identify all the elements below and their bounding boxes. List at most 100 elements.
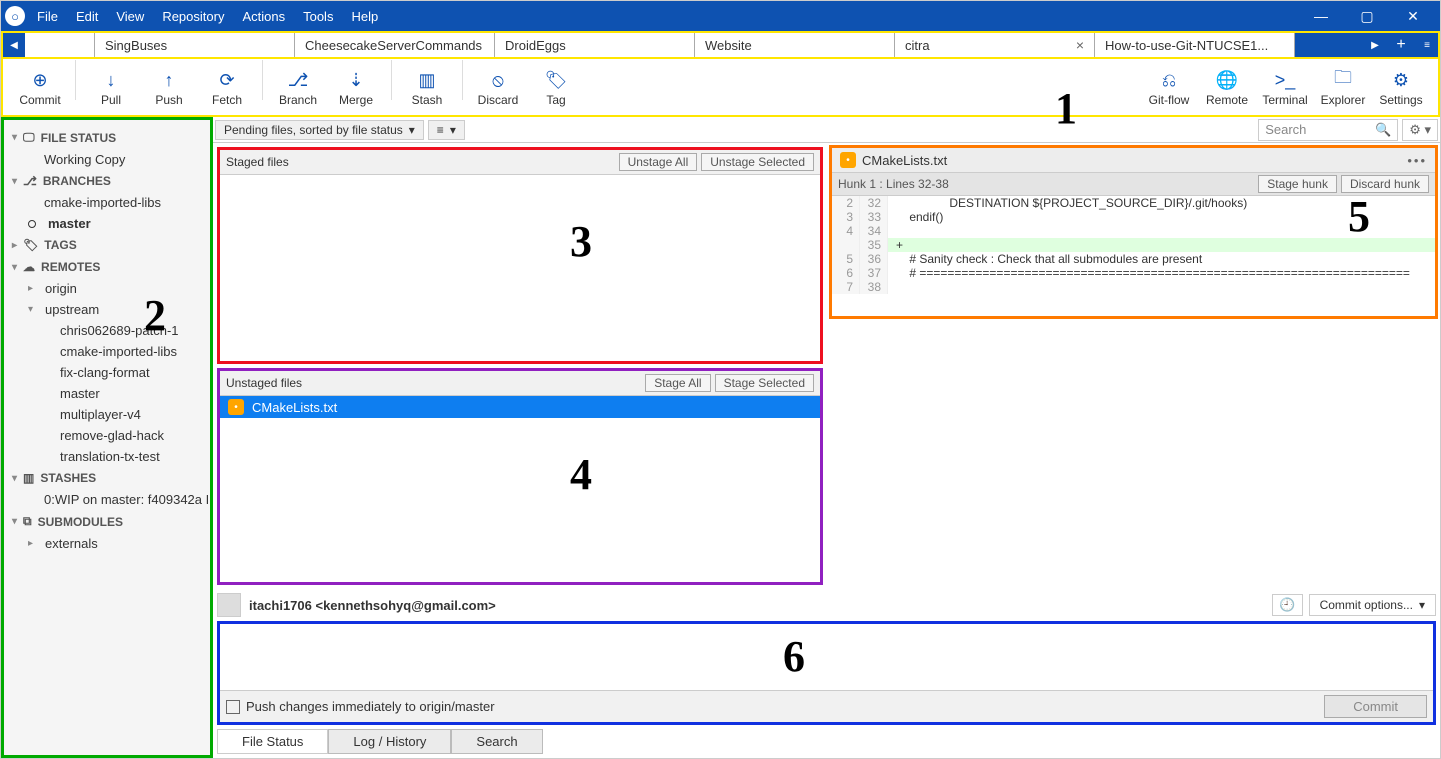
settings-button[interactable]: ⚙Settings [1372, 60, 1430, 114]
branch-icon: ⎇ [288, 67, 309, 93]
sidebar-remote-branch[interactable]: chris062689-patch-1 [6, 320, 208, 341]
bottom-tab-log-history[interactable]: Log / History [328, 729, 451, 754]
terminal-button[interactable]: >_Terminal [1256, 60, 1314, 114]
sidebar-remote-branch[interactable]: cmake-imported-libs [6, 341, 208, 362]
sidebar-remotes-header[interactable]: ▾☁REMOTES [6, 256, 208, 278]
sidebar-submodules-header[interactable]: ▾⧉SUBMODULES [6, 510, 208, 533]
diff-content[interactable]: 232 DESTINATION ${PROJECT_SOURCE_DIR}/.g… [832, 196, 1435, 316]
repo-tab[interactable]: CheesecakeServerCommands [295, 33, 495, 57]
desktop-icon: 🖵 [23, 130, 35, 145]
tab-scroll-right[interactable]: ▶ [1364, 33, 1386, 57]
window-maximize[interactable]: ▢ [1344, 1, 1390, 31]
commit-button[interactable]: Commit [1324, 695, 1427, 718]
sidebar-branches-header[interactable]: ▾⎇BRANCHES [6, 170, 208, 192]
discard-button[interactable]: ⦸Discard [469, 60, 527, 114]
push-immediately-label: Push changes immediately to origin/maste… [246, 699, 495, 714]
chevron-down-icon: ▾ [1419, 598, 1425, 612]
sidebar-file-status-header[interactable]: ▾🖵FILE STATUS [6, 126, 208, 149]
sidebar-remote-branch[interactable]: fix-clang-format [6, 362, 208, 383]
commit-history-button[interactable]: 🕘 [1272, 594, 1302, 616]
gear-icon: ⚙ [1409, 122, 1421, 137]
commit-box: Push changes immediately to origin/maste… [217, 621, 1436, 725]
sidebar-branch-current[interactable]: master [6, 213, 208, 234]
commit-options-dropdown[interactable]: Commit options...▾ [1309, 594, 1436, 616]
close-icon[interactable]: × [1076, 37, 1084, 53]
stage-selected-button[interactable]: Stage Selected [715, 374, 814, 392]
explorer-icon: 🗀 [1334, 67, 1352, 93]
settings-button[interactable]: ⚙ ▾ [1402, 119, 1438, 141]
sidebar-remote-origin[interactable]: ▸origin [6, 278, 208, 299]
menu-view[interactable]: View [116, 9, 144, 24]
search-input[interactable]: Search🔍 [1258, 119, 1398, 141]
commit-button[interactable]: ⊕Commit [11, 60, 69, 114]
diff-filename: CMakeLists.txt [862, 153, 947, 168]
chevron-down-icon: ▾ [409, 123, 415, 137]
merge-button[interactable]: ⇣Merge [327, 60, 385, 114]
push-button[interactable]: ↑Push [140, 60, 198, 114]
menu-actions[interactable]: Actions [242, 9, 285, 24]
sidebar-branch-item[interactable]: cmake-imported-libs [6, 192, 208, 213]
sidebar-working-copy[interactable]: Working Copy [6, 149, 208, 170]
repo-tab[interactable]: Website [695, 33, 895, 57]
stash-button[interactable]: ▥Stash [398, 60, 456, 114]
repo-tab[interactable]: SingBuses [95, 33, 295, 57]
discard-hunk-button[interactable]: Discard hunk [1341, 175, 1429, 193]
bottom-tab-search[interactable]: Search [451, 729, 542, 754]
unstage-selected-button[interactable]: Unstage Selected [701, 153, 814, 171]
tag-icon: 🏷 [545, 67, 568, 93]
remote-button[interactable]: 🌐Remote [1198, 60, 1256, 114]
branch-icon: ⎇ [23, 174, 37, 188]
sidebar-remote-branch[interactable]: multiplayer-v4 [6, 404, 208, 425]
staged-files-box: Staged files Unstage All Unstage Selecte… [217, 147, 823, 364]
stash-icon: ▥ [23, 471, 34, 485]
tab-menu[interactable]: ≡ [1416, 33, 1438, 57]
repo-tab[interactable]: citra× [895, 33, 1095, 57]
repo-tab[interactable]: DroidEggs [495, 33, 695, 57]
menu-repository[interactable]: Repository [162, 9, 224, 24]
sidebar-stash-item[interactable]: 0:WIP on master: f409342a I [6, 489, 208, 510]
sidebar-stashes-header[interactable]: ▾▥STASHES [6, 467, 208, 489]
push-immediately-checkbox[interactable] [226, 700, 240, 714]
stage-all-button[interactable]: Stage All [645, 374, 710, 392]
sidebar-submodule-item[interactable]: ▸externals [6, 533, 208, 554]
tag-button[interactable]: 🏷Tag [527, 60, 585, 114]
diff-menu-button[interactable]: ••• [1407, 153, 1427, 168]
submodule-icon: ⧉ [23, 514, 32, 529]
branch-button[interactable]: ⎇Branch [269, 60, 327, 114]
tab-scroll-left[interactable]: ◀ [3, 33, 25, 57]
menu-tools[interactable]: Tools [303, 9, 333, 24]
sidebar-remote-branch[interactable]: translation-tx-test [6, 446, 208, 467]
commit-message-input[interactable] [220, 624, 1433, 690]
sidebar-tags-header[interactable]: ▸🏷TAGS [6, 234, 208, 256]
sidebar-remote-upstream[interactable]: ▾upstream [6, 299, 208, 320]
filter-dropdown[interactable]: Pending files, sorted by file status▾ [215, 120, 424, 140]
stage-hunk-button[interactable]: Stage hunk [1258, 175, 1337, 193]
fetch-button[interactable]: ⟳Fetch [198, 60, 256, 114]
repo-tab[interactable]: How-to-use-Git-NTUCSE1... [1095, 33, 1295, 57]
toolbar: ⊕Commit↓Pull↑Push⟳Fetch⎇Branch⇣Merge▥Sta… [1, 59, 1440, 117]
titlebar: ○ File Edit View Repository Actions Tools Help… [1, 1, 1440, 31]
menu-help[interactable]: Help [351, 9, 378, 24]
sidebar-remote-branch[interactable]: remove-glad-hack [6, 425, 208, 446]
search-icon: 🔍 [1375, 122, 1391, 138]
app-logo: ○ [5, 6, 25, 26]
menu-file[interactable]: File [37, 9, 58, 24]
unstage-all-button[interactable]: Unstage All [619, 153, 698, 171]
window-close[interactable]: ✕ [1390, 1, 1436, 31]
repo-tab[interactable] [25, 33, 95, 57]
window-minimize[interactable]: — [1298, 1, 1344, 31]
pull-button[interactable]: ↓Pull [82, 60, 140, 114]
commit-area: itachi1706 <kennethsohyq@gmail.com> 🕘 Co… [213, 589, 1440, 758]
view-mode-btn[interactable]: ≡ ▾ [428, 120, 465, 140]
gitflow-button[interactable]: ⎌Git-flow [1140, 60, 1198, 114]
bottom-tab-file-status[interactable]: File Status [217, 729, 328, 754]
unstaged-file-row[interactable]: • CMakeLists.txt [220, 396, 820, 418]
tag-icon: 🏷 [23, 238, 38, 252]
chevron-down-icon: ▾ [450, 123, 456, 137]
commit-author: itachi1706 <kennethsohyq@gmail.com> [249, 598, 496, 613]
explorer-button[interactable]: 🗀Explorer [1314, 60, 1372, 114]
tab-new[interactable]: + [1386, 33, 1416, 57]
sidebar-remote-branch[interactable]: master [6, 383, 208, 404]
menu-edit[interactable]: Edit [76, 9, 98, 24]
terminal-icon: >_ [1275, 67, 1296, 93]
